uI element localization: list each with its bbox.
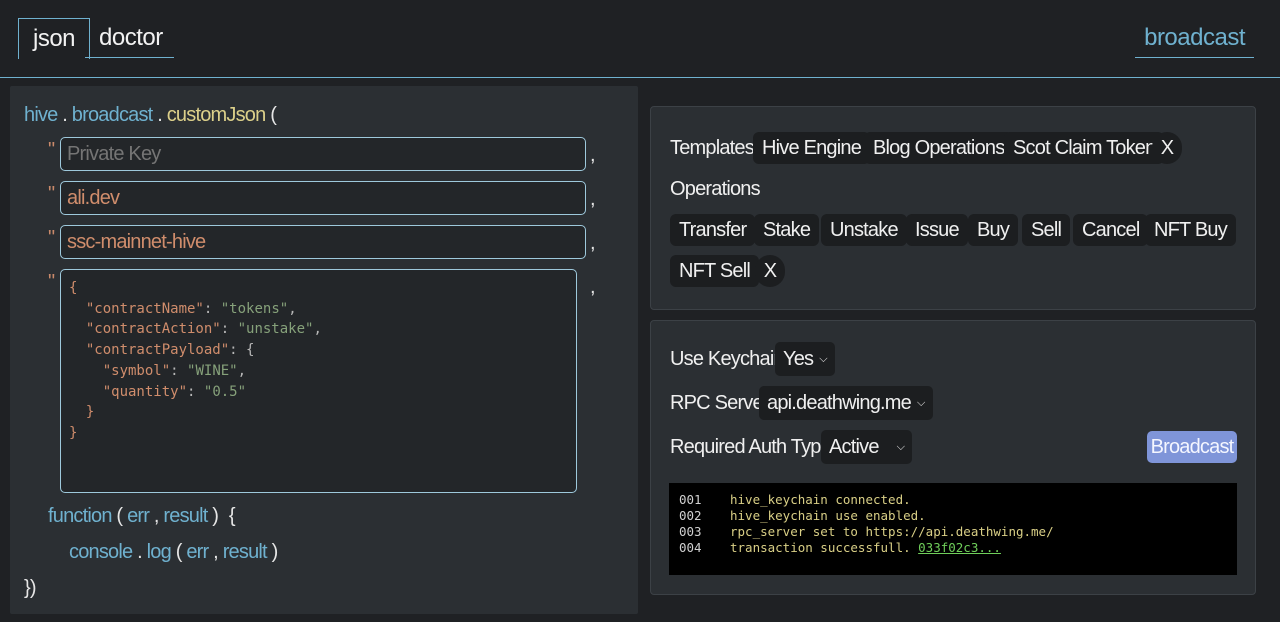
rpc-server-value: api.deathwing.me bbox=[767, 392, 912, 414]
callback-open-paren: ( bbox=[116, 505, 123, 527]
use-keychain-value: Yes bbox=[783, 348, 814, 370]
console-object: console bbox=[69, 541, 133, 563]
templates-panel: Templates Hive Engine Blog Operations Sc… bbox=[650, 106, 1256, 310]
console-message: hive_keychain use enabled. bbox=[730, 508, 926, 523]
json-line: } bbox=[69, 404, 95, 421]
operations-label: Operations bbox=[670, 178, 761, 200]
auth-type-select[interactable]: Active ⌵ bbox=[821, 430, 913, 464]
json-line: "quantity": "0.5" bbox=[102, 383, 247, 400]
operation-cancel[interactable]: Cancel bbox=[1073, 214, 1149, 246]
closing-brace: }) bbox=[24, 577, 37, 599]
callback-brace: { bbox=[228, 505, 236, 527]
console-line-number: 004 bbox=[679, 540, 702, 555]
code-editor: hive . broadcast . customJson ( " , " al… bbox=[10, 86, 638, 614]
broadcast-button[interactable]: Broadcast bbox=[1147, 431, 1237, 463]
operation-transfer[interactable]: Transfer bbox=[670, 214, 756, 246]
clear-templates-button[interactable]: X bbox=[1152, 132, 1182, 164]
templates-label: Templates bbox=[670, 137, 755, 159]
tab-doctor[interactable]: doctor bbox=[85, 18, 174, 58]
template-hive-engine[interactable]: Hive Engine bbox=[753, 132, 871, 164]
operation-nft-buy[interactable]: NFT Buy bbox=[1145, 214, 1236, 246]
call-dot: . bbox=[157, 104, 163, 126]
callback-arg-result: result bbox=[163, 505, 208, 527]
param-comma: , bbox=[590, 144, 596, 166]
body-comma: , bbox=[213, 541, 219, 563]
json-line: "symbol": "WINE", bbox=[102, 362, 247, 379]
quote-mark: " bbox=[48, 227, 56, 249]
json-line: "contractAction": "unstake", bbox=[85, 321, 322, 338]
quote-mark: " bbox=[48, 183, 56, 205]
settings-panel: Use Keychain Yes ⌵ RPC Server api.deathwi… bbox=[650, 320, 1256, 595]
private-key-input[interactable] bbox=[60, 137, 586, 171]
body-close-paren: ) bbox=[271, 541, 279, 563]
param-comma: , bbox=[590, 276, 596, 298]
call-dot: . bbox=[62, 104, 68, 126]
nav-broadcast-link[interactable]: broadcast bbox=[1135, 18, 1254, 58]
console-message: hive_keychain connected. bbox=[730, 492, 911, 507]
log-method: log bbox=[146, 541, 172, 563]
param-comma: , bbox=[590, 232, 596, 254]
callback-body: console . log ( err , result ) bbox=[69, 541, 279, 564]
body-dot: . bbox=[137, 541, 143, 563]
callback-arg-err: err bbox=[127, 505, 150, 527]
console-line-number: 002 bbox=[679, 508, 702, 523]
chevron-down-icon: ⌵ bbox=[896, 441, 905, 453]
json-line: "contractName": "tokens", bbox=[85, 300, 297, 317]
json-line: "contractPayload": { bbox=[85, 342, 255, 359]
body-arg-result: result bbox=[222, 541, 268, 563]
operation-sell[interactable]: Sell bbox=[1022, 214, 1071, 246]
callback-comma: , bbox=[153, 505, 160, 527]
chevron-down-icon: ⌵ bbox=[819, 353, 827, 365]
console-message: transaction successfull. bbox=[730, 540, 919, 555]
call-object: hive bbox=[24, 104, 58, 126]
quote-mark: " bbox=[48, 139, 56, 161]
console-line-number: 001 bbox=[679, 492, 702, 507]
call-namespace: broadcast bbox=[71, 104, 153, 126]
json-line: { bbox=[69, 280, 78, 296]
clear-operations-button[interactable]: X bbox=[755, 255, 785, 287]
body-arg-err: err bbox=[186, 541, 209, 563]
function-keyword: function bbox=[48, 505, 112, 527]
tab-json[interactable]: json bbox=[18, 18, 91, 59]
console-line: 002 hive_keychain use enabled. bbox=[679, 508, 1227, 524]
template-blog-operations[interactable]: Blog Operations bbox=[864, 132, 1014, 164]
operation-buy[interactable]: Buy bbox=[968, 214, 1019, 246]
callback-signature: function ( err , result ) { bbox=[48, 505, 236, 528]
operation-unstake[interactable]: Unstake bbox=[821, 214, 907, 246]
top-nav: json doctor broadcast bbox=[0, 0, 1280, 78]
console-line: 001 hive_keychain connected. bbox=[679, 492, 1227, 508]
json-payload-textarea[interactable]: { "contractName": "tokens", "contractAct… bbox=[60, 269, 577, 493]
operation-issue[interactable]: Issue bbox=[906, 214, 968, 246]
console-line: 003 rpc_server set to https://api.deathwi… bbox=[679, 524, 1227, 540]
call-signature: hive . broadcast . customJson ( bbox=[24, 104, 277, 127]
chevron-down-icon: ⌵ bbox=[916, 397, 925, 409]
console-line: 004 transaction successfull. 033f02c3... bbox=[679, 540, 1227, 556]
transaction-link[interactable]: 033f02c3... bbox=[918, 540, 1001, 555]
operation-stake[interactable]: Stake bbox=[754, 214, 820, 246]
use-keychain-select[interactable]: Yes ⌵ bbox=[775, 342, 835, 376]
rpc-server-select[interactable]: api.deathwing.me ⌵ bbox=[759, 386, 933, 420]
callback-close-paren: ) bbox=[212, 505, 219, 527]
quote-mark: " bbox=[48, 271, 56, 293]
call-open-paren: ( bbox=[270, 104, 277, 126]
json-line: } bbox=[69, 424, 78, 441]
console-output: 001 hive_keychain connected. 002 hive_keych… bbox=[669, 483, 1237, 575]
template-scot-claim-token[interactable]: Scot Claim Token bbox=[1004, 132, 1165, 164]
operation-nft-sell[interactable]: NFT Sell bbox=[670, 255, 760, 287]
username-input[interactable]: ali.dev bbox=[60, 181, 586, 215]
use-keychain-label: Use Keychain bbox=[670, 348, 785, 370]
auth-type-value: Active bbox=[829, 436, 879, 458]
console-message: rpc_server set to https://api.deathwing.… bbox=[730, 524, 1054, 539]
param-comma: , bbox=[590, 188, 596, 210]
body-open-paren: ( bbox=[175, 541, 183, 563]
rpc-server-label: RPC Server bbox=[670, 392, 770, 414]
custom-json-id-input[interactable]: ssc-mainnet-hive bbox=[60, 225, 586, 259]
console-line-number: 003 bbox=[679, 524, 702, 539]
call-method: customJson bbox=[166, 104, 267, 126]
auth-type-label: Required Auth Type bbox=[670, 436, 832, 458]
